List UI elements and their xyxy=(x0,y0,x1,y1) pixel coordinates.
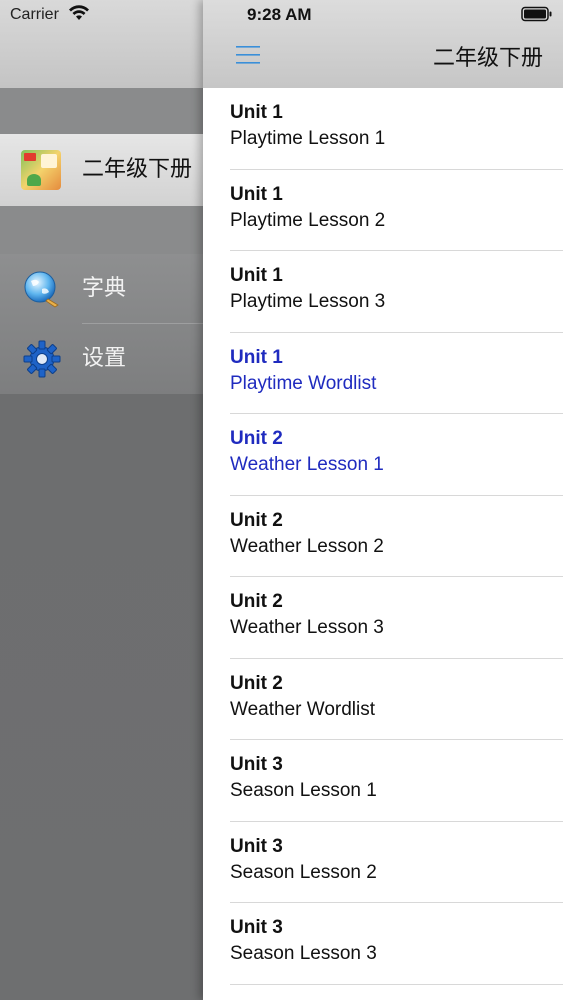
lesson-title-label: Playtime Wordlist xyxy=(230,372,377,394)
lesson-row[interactable]: Unit 1 Playtime Lesson 3 xyxy=(203,251,563,333)
carrier-label: Carrier xyxy=(10,6,59,23)
lesson-row[interactable]: Unit 3 Season Lesson 3 xyxy=(203,903,563,985)
lesson-title-label: Playtime Lesson 3 xyxy=(230,291,386,312)
lesson-title-label: Weather Lesson 3 xyxy=(230,617,384,638)
lesson-row[interactable]: Unit 2 Weather Lesson 1 xyxy=(203,414,563,496)
drawer-spacer xyxy=(0,88,203,134)
globe-icon xyxy=(24,271,59,308)
lesson-title-label: Weather Lesson 2 xyxy=(230,535,384,557)
navigation-bar: 9:28 AM 二年级下册 xyxy=(203,0,563,88)
drawer-item-book[interactable]: 二年级下册 xyxy=(0,134,203,206)
lesson-unit-label: Unit 3 xyxy=(230,754,283,775)
drawer-item-settings[interactable]: 设置 xyxy=(0,324,203,394)
drawer-item-dictionary-label: 字典 xyxy=(82,276,127,301)
lesson-title-label: Season Lesson 2 xyxy=(230,861,377,883)
gear-icon xyxy=(23,340,61,378)
lesson-title-label: Weather Wordlist xyxy=(230,698,376,720)
drawer-status-bar: Carrier xyxy=(0,0,203,88)
battery-icon xyxy=(521,6,552,22)
lesson-unit-label: Unit 2 xyxy=(230,591,283,612)
lesson-title-label: Season Lesson 1 xyxy=(230,780,377,801)
lesson-title-label: Weather Lesson 1 xyxy=(230,454,384,475)
side-drawer: Carrier 二年级下册 字典 设置 xyxy=(0,0,203,1000)
lesson-row[interactable]: Unit 2 Weather Wordlist xyxy=(203,659,563,740)
lesson-row[interactable]: Unit 1 Playtime Wordlist xyxy=(203,333,563,414)
wifi-icon xyxy=(69,5,89,20)
lesson-unit-label: Unit 1 xyxy=(230,265,283,286)
lesson-title-label: Playtime Lesson 2 xyxy=(230,209,386,231)
drawer-item-book-label: 二年级下册 xyxy=(82,157,193,182)
hamburger-menu-icon[interactable] xyxy=(236,44,260,66)
lesson-unit-label: Unit 3 xyxy=(230,835,283,857)
lesson-row[interactable]: Unit 3 Season Lesson 1 xyxy=(203,740,563,822)
drawer-spacer xyxy=(0,206,203,254)
lesson-row[interactable]: Unit 2 Weather Lesson 3 xyxy=(203,577,563,659)
drawer-tools-group: 字典 设置 xyxy=(0,254,203,394)
lesson-unit-label: Unit 1 xyxy=(230,183,283,205)
drawer-item-dictionary[interactable]: 字典 xyxy=(0,254,203,324)
lesson-row[interactable]: Unit 1 Playtime Lesson 1 xyxy=(203,88,563,170)
drawer-item-settings-label: 设置 xyxy=(82,346,127,371)
textbook-cover-icon xyxy=(21,150,61,190)
lesson-title-label: Season Lesson 3 xyxy=(230,943,377,964)
lesson-unit-label: Unit 2 xyxy=(230,672,283,694)
lesson-unit-label: Unit 1 xyxy=(230,102,283,123)
lesson-title-label: Playtime Lesson 1 xyxy=(230,128,386,149)
page-title: 二年级下册 xyxy=(432,46,543,71)
lesson-unit-label: Unit 1 xyxy=(230,346,283,368)
lesson-row[interactable]: Unit 1 Playtime Lesson 2 xyxy=(203,170,563,251)
lesson-unit-label: Unit 2 xyxy=(230,428,283,449)
lesson-row[interactable]: Unit 2 Weather Lesson 2 xyxy=(203,496,563,577)
main-panel: 9:28 AM 二年级下册 Unit 1 Playtime Lesson 1 Uni… xyxy=(203,0,563,1000)
status-time: 9:28 AM xyxy=(247,5,312,24)
lesson-row[interactable]: Unit 3 Season Lesson 2 xyxy=(203,822,563,903)
divider xyxy=(230,983,563,985)
lesson-list: Unit 1 Playtime Lesson 1 Unit 1 Playtime Le… xyxy=(203,88,563,985)
lesson-unit-label: Unit 2 xyxy=(230,509,283,531)
lesson-unit-label: Unit 3 xyxy=(230,917,283,938)
